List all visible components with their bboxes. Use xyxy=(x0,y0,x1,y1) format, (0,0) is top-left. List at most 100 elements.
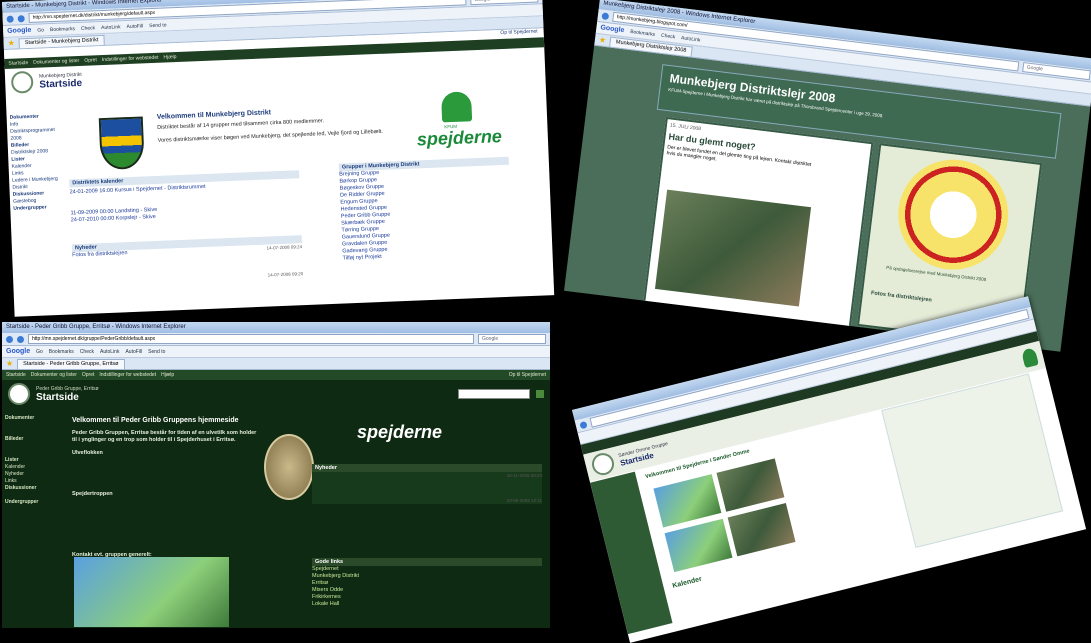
toolbar-go[interactable]: Go xyxy=(37,27,44,33)
site-name: Peder Gribb Gruppe, Erritsø xyxy=(36,385,99,392)
favorites-star-icon[interactable]: ★ xyxy=(6,360,13,368)
clover-icon xyxy=(440,91,473,123)
sidebar-links[interactable]: Links xyxy=(5,478,53,485)
news-heading: Nyheder xyxy=(312,464,542,472)
ulve-heading: Ulveflokken xyxy=(72,450,103,456)
google-logo: Google xyxy=(7,26,32,35)
toolbar-bookmarks[interactable]: Bookmarks xyxy=(50,26,75,33)
sidebar-undergrupper[interactable]: Undergrupper xyxy=(5,499,53,506)
address-bar: http://mn.spejdernet.dk/gruppe/PederGrib… xyxy=(2,333,550,346)
link-item[interactable]: Erritsø xyxy=(312,580,542,587)
toolbar-go[interactable]: Go xyxy=(36,349,43,355)
nav-startside[interactable]: Startside xyxy=(6,370,26,380)
google-logo: Google xyxy=(599,24,625,35)
sidebar-billeder[interactable]: Billeder xyxy=(5,436,53,443)
toolbar-check[interactable]: Check xyxy=(661,32,676,40)
link-item[interactable]: Munkebjerg Distrikt xyxy=(312,573,542,580)
event-photo xyxy=(716,458,785,512)
toolbar-autofill[interactable]: AutoFill xyxy=(126,23,143,30)
back-icon[interactable] xyxy=(6,15,14,23)
news-date: 23-09-2008 12:11 xyxy=(506,498,542,503)
nav-hjaelp[interactable]: Hjælp xyxy=(161,370,174,380)
news-date: 14-07-2008 09:24 xyxy=(266,244,303,251)
screenshot-peder-gribb: Startside - Peder Gribb Gruppe, Erritsø … xyxy=(2,322,550,628)
nav-dokumenter[interactable]: Dokumenter og lister xyxy=(33,56,80,68)
clover-icon xyxy=(1020,347,1039,369)
link-item[interactable]: Lokale Hall xyxy=(312,601,542,608)
spejder-heading: Spejdertroppen xyxy=(72,491,113,497)
sidebar-undergrupper[interactable]: Undergrupper xyxy=(13,204,61,213)
google-toolbar: Google Go Bookmarks Check AutoLink AutoF… xyxy=(2,346,550,358)
search-go-icon[interactable] xyxy=(536,390,544,398)
back-icon[interactable] xyxy=(601,11,610,20)
back-icon[interactable] xyxy=(6,335,13,343)
link-item[interactable]: Mixers Odde xyxy=(312,587,542,594)
toolbar-sendto[interactable]: Send to xyxy=(148,349,165,355)
welcome-heading: Velkommen til Peder Gribb Gruppens hjemm… xyxy=(72,417,239,424)
welcome-text-2: Vores distriktsmærke viser bøgen ved Mun… xyxy=(157,128,383,144)
page-title: Startside xyxy=(36,391,79,403)
kfum-logo: KFUM spejderne xyxy=(411,90,503,154)
toolbar-autolink[interactable]: AutoLink xyxy=(101,24,121,31)
nav-hjaelp[interactable]: Hjælp xyxy=(163,52,176,63)
screenshot-munkebjerg-startside: Startside - Munkebjerg Distrikt - Window… xyxy=(2,0,555,317)
tab-peder-gribb[interactable]: Startside - Peder Gribb Gruppe, Erritsø xyxy=(17,358,125,369)
window-title: Startside - Peder Gribb Gruppe, Erritsø … xyxy=(2,322,550,333)
top-link[interactable]: Op til Spejdernet xyxy=(509,370,546,380)
nav-indstillinger[interactable]: Indstillinger for webstedet xyxy=(99,370,156,380)
toolbar-check[interactable]: Check xyxy=(81,25,95,32)
quick-launch: Dokumenter Info Distriktsprogrammet 2008… xyxy=(6,110,64,216)
page-title: Startside xyxy=(39,77,83,91)
nav-startside[interactable]: Startside xyxy=(8,58,28,69)
sidebar-lister[interactable]: Lister xyxy=(5,457,53,464)
nav-dokumenter[interactable]: Dokumenter og lister xyxy=(31,370,77,380)
nav-opret[interactable]: Opret xyxy=(82,370,95,380)
search-input[interactable]: Google xyxy=(478,334,546,344)
sidebar-kalender[interactable]: Kalender xyxy=(5,464,53,471)
toolbar-autolink[interactable]: AutoLink xyxy=(100,349,119,355)
links-panel: Gode links Spejdernet Munkebjerg Distrik… xyxy=(312,558,542,608)
toolbar-check[interactable]: Check xyxy=(80,349,94,355)
url-field[interactable]: http://mn.spejdernet.dk/gruppe/PederGrib… xyxy=(28,334,474,344)
toolbar-bookmarks[interactable]: Bookmarks xyxy=(630,28,656,37)
forward-icon[interactable] xyxy=(17,335,24,343)
tab-bar: ★ Startside - Peder Gribb Gruppe, Errits… xyxy=(2,358,550,370)
calendar-box: Distriktets kalender 24-01-2009 16:00 Ku… xyxy=(69,170,301,224)
screenshot-sonder-omme: Sønder Omme Gruppe Startside Velkommen t… xyxy=(572,296,1087,643)
nav-opret[interactable]: Opret xyxy=(84,55,97,65)
spejderne-text: spejderne xyxy=(357,422,443,442)
site-header: Peder Gribb Gruppe, Erritsø Startside xyxy=(2,380,550,408)
news-date: 14-07-2008 09:20 xyxy=(267,271,304,278)
site-logo-icon xyxy=(589,450,617,478)
blog-post: 15. JULI 2008 Har du glemt noget? Der er… xyxy=(642,116,874,330)
welcome-section: Velkommen til Peder Gribb Gruppens hjemm… xyxy=(72,417,257,559)
forward-icon[interactable] xyxy=(17,14,25,22)
event-photo xyxy=(653,474,722,528)
event-photo xyxy=(727,503,796,557)
toolbar-autolink[interactable]: AutoLink xyxy=(681,35,701,43)
sidebar-dokumenter[interactable]: Dokumenter xyxy=(5,415,53,422)
kfum-logo: spejderne xyxy=(337,412,467,452)
toolbar-sendto[interactable]: Send to xyxy=(149,22,166,29)
site-nav: Startside Dokumenter og lister Opret Ind… xyxy=(2,370,550,380)
toolbar-autofill[interactable]: AutoFill xyxy=(125,349,142,355)
favorites-star-icon[interactable]: ★ xyxy=(7,39,15,48)
group-photo xyxy=(74,557,229,627)
groups-box: Grupper i Munkebjerg Distrikt Brejning G… xyxy=(338,156,513,263)
link-item[interactable]: Spejdernet xyxy=(312,566,542,573)
site-logo-icon xyxy=(8,383,30,405)
sidebar-nyheder[interactable]: Nyheder xyxy=(5,471,53,478)
site-search-input[interactable] xyxy=(458,389,530,399)
link-item[interactable]: Frikirkernes xyxy=(312,594,542,601)
screenshot-distriktslejr-blog: Munkebjerg Distriktslejr 2008 - Windows … xyxy=(564,0,1091,352)
news-box: Nyheder Fotos fra distriktslejren 14-07-… xyxy=(71,235,304,286)
toolbar-bookmarks[interactable]: Bookmarks xyxy=(49,349,74,355)
lost-items-photo xyxy=(654,189,812,307)
back-icon[interactable] xyxy=(579,420,588,429)
sidebar-photos-label[interactable]: Fotos fra distriktslejren xyxy=(871,290,932,303)
news-item[interactable]: Fotos fra distriktslejren xyxy=(72,250,128,259)
favorites-star-icon[interactable]: ★ xyxy=(598,35,606,45)
welcome-bold: Peder Gribb Gruppen, Erritsø består for … xyxy=(72,430,257,443)
sidebar-diskussioner[interactable]: Diskussioner xyxy=(5,485,53,492)
welcome-section: Velkommen til Munkebjerg Distrikt Distri… xyxy=(157,105,388,145)
